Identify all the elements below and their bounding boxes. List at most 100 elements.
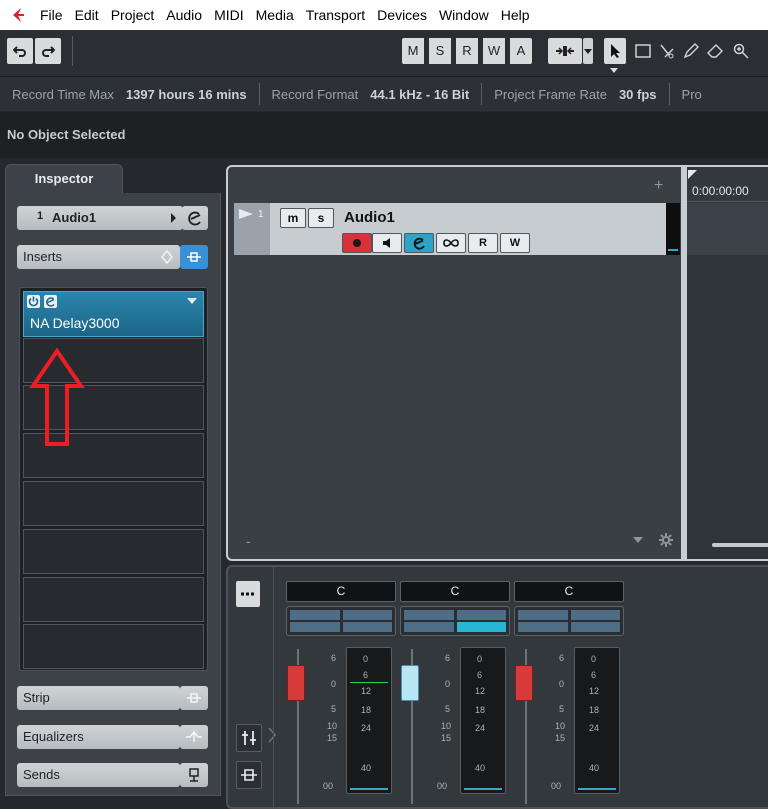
tab-inspector[interactable]: Inspector [5,164,123,195]
menu-project[interactable]: Project [105,0,161,30]
add-track-icon[interactable]: + [654,177,663,195]
horizontal-scrollbar[interactable] [712,543,768,547]
zoom-out-icon[interactable]: - [246,533,251,549]
menu-media[interactable]: Media [250,0,300,30]
mixer-fader-view-button[interactable] [236,724,262,752]
fader-scale-label: 15 [441,733,452,743]
record-format-value[interactable]: 44.1 kHz - 16 Bit [370,87,481,102]
inserts-section-header[interactable]: Inserts [17,245,180,269]
menu-help[interactable]: Help [495,0,536,30]
menu-edit[interactable]: Edit [69,0,105,30]
edit-track-button[interactable] [404,233,434,253]
mode-mute-button[interactable]: M [402,38,424,64]
pan-control[interactable]: C [400,581,510,602]
mixer-menu-button[interactable] [236,581,260,607]
menu-transport[interactable]: Transport [300,0,371,30]
cubase-logo-icon[interactable] [0,0,34,30]
channel-toggle[interactable] [404,622,454,632]
volume-fader-knob[interactable] [515,665,533,701]
expand-arrow-icon[interactable] [171,213,176,223]
split-tool-button[interactable] [656,38,678,64]
channel-toggle-active[interactable] [457,622,506,632]
chevron-down-icon[interactable] [631,535,645,545]
eraser-tool-button[interactable] [704,38,726,64]
equalizers-toggle-button[interactable] [180,725,208,749]
track-name[interactable]: Audio1 [344,209,395,226]
ruler[interactable]: 0:00:00:00 [687,167,768,202]
sends-toggle-button[interactable] [180,763,208,787]
sends-section-header[interactable]: Sends [17,763,180,787]
status-line: No Object Selected [0,112,768,158]
edit-channel-settings-button[interactable] [182,206,208,230]
menu-file[interactable]: File [34,0,69,30]
edit-e-icon [413,237,425,250]
mode-auto-button[interactable]: A [510,38,532,64]
pan-control[interactable]: C [286,581,396,602]
frame-rate-value[interactable]: 30 fps [619,87,669,102]
write-automation-button[interactable]: W [500,233,530,253]
autoscroll-dropdown[interactable] [583,38,593,64]
channel-toggle[interactable] [290,622,340,632]
record-time-value[interactable]: 1397 hours 16 mins [126,87,259,102]
inspector-tab-label: Inspector [34,171,94,186]
menu-audio[interactable]: Audio [160,0,208,30]
channel-toggle[interactable] [518,610,568,620]
inspector-track-header[interactable]: 1 Audio1 [17,206,183,230]
menu-devices[interactable]: Devices [371,0,433,30]
menu-midi[interactable]: MIDI [208,0,250,30]
channel-toggle[interactable] [457,610,506,620]
channel-buttons-panel[interactable] [400,606,510,636]
fader-scale-label: 15 [555,733,566,743]
record-enable-button[interactable] [342,233,372,253]
read-automation-button[interactable]: R [468,233,498,253]
solo-button[interactable]: s [308,208,334,228]
toolbar: M S R W A [0,30,768,77]
mixer-insert-view-button[interactable] [236,761,262,789]
lanes-button[interactable] [436,233,466,253]
power-icon[interactable] [27,295,40,308]
undo-button[interactable] [7,38,33,64]
insert-slot-6[interactable] [23,529,204,574]
mixer-divider [273,567,274,807]
channel-toggle[interactable] [290,610,340,620]
mode-write-button[interactable]: W [483,38,505,64]
arrow-tool-button[interactable] [604,38,626,64]
edit-plugin-icon[interactable] [44,295,57,308]
event-track-lane[interactable] [687,203,768,255]
autoscroll-button[interactable] [548,38,582,64]
channel-toggle[interactable] [404,610,454,620]
mode-solo-button[interactable]: S [429,38,451,64]
inserts-bypass-button[interactable] [180,245,208,269]
insert-slot-7[interactable] [23,577,204,622]
range-tool-button[interactable] [632,38,654,64]
channel-toggle[interactable] [571,622,620,632]
record-format-label: Record Format [271,86,359,102]
monitor-button[interactable] [372,233,402,253]
track-row[interactable]: 1 m s Audio1 R W [234,203,680,255]
equalizers-section-header[interactable]: Equalizers [17,725,180,749]
strip-section-header[interactable]: Strip [17,686,180,710]
channel-toggle[interactable] [343,610,392,620]
insert-slot-8[interactable] [23,624,204,669]
zoom-tool-button[interactable] [730,38,752,64]
mute-button[interactable]: m [280,208,306,228]
channel-toggle[interactable] [518,622,568,632]
menu-window[interactable]: Window [433,0,495,30]
insert-slot-5[interactable] [23,481,204,526]
channel-toggle[interactable] [343,622,392,632]
volume-fader-knob[interactable] [287,665,305,701]
pan-control[interactable]: C [514,581,624,602]
gear-icon[interactable] [658,532,674,548]
pencil-tool-button[interactable] [680,38,702,64]
volume-fader-knob[interactable] [401,665,419,701]
insert-slot-1[interactable]: NA Delay3000 [23,291,204,337]
track-select-icon[interactable] [238,208,254,220]
mode-read-button[interactable]: R [456,38,478,64]
chevron-down-icon[interactable] [187,298,197,304]
channel-buttons-panel[interactable] [286,606,396,636]
strip-toggle-button[interactable] [180,686,208,710]
channel-buttons-panel[interactable] [514,606,624,636]
event-display[interactable]: 0:00:00:00 [687,167,768,559]
channel-toggle[interactable] [571,610,620,620]
redo-button[interactable] [35,38,61,64]
